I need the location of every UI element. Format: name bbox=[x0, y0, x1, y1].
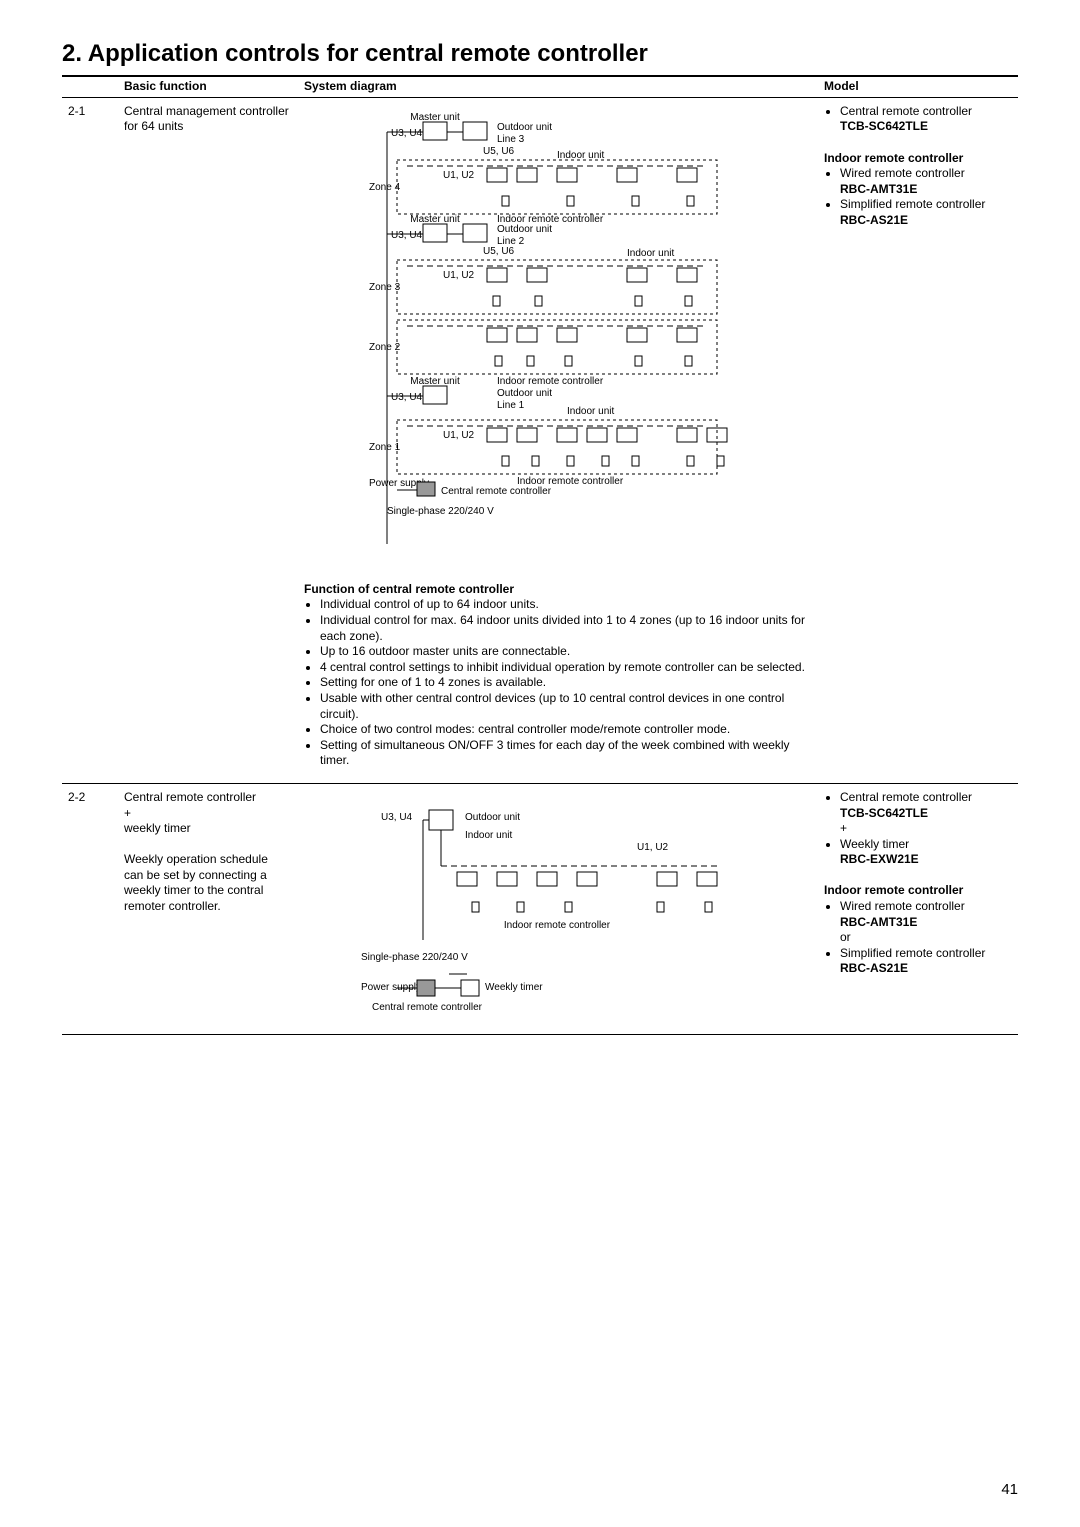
col-model-header: Model bbox=[818, 77, 1018, 97]
list-item: Up to 16 outdoor master units are connec… bbox=[320, 644, 810, 660]
table-row: 2-1 Central management controller for 64… bbox=[62, 97, 1018, 783]
model-code: RBC-AMT31E bbox=[840, 182, 917, 196]
list-item: Central remote controller TCB-SC642TLE bbox=[840, 104, 1010, 135]
master-unit-label: Master unit bbox=[410, 376, 460, 387]
row-func: Central management controller for 64 uni… bbox=[118, 97, 298, 783]
section-heading: 2. Application controls for central remo… bbox=[62, 38, 1018, 69]
model-sublist: Wired remote controller RBC-AMT31E Simpl… bbox=[824, 166, 1010, 228]
col-num-header bbox=[62, 77, 118, 97]
u3u4-label: U3, U4 bbox=[391, 230, 423, 241]
phase-label: Single-phase 220/240 V bbox=[361, 952, 468, 963]
model-subhead: Indoor remote controller bbox=[824, 151, 963, 165]
row-note: Weekly operation schedule can be set by … bbox=[124, 852, 268, 913]
list-item: Individual control for max. 64 indoor un… bbox=[320, 613, 810, 644]
indoor-unit-label: Indoor unit bbox=[557, 150, 604, 161]
row-model: Central remote controller TCB-SC642TLE I… bbox=[818, 97, 1018, 783]
master-unit-label: Master unit bbox=[410, 214, 460, 225]
indoor-unit-label: Indoor unit bbox=[567, 406, 614, 417]
row-model: Central remote controller TCB-SC642TLE +… bbox=[818, 783, 1018, 1034]
zone2-label: Zone 2 bbox=[369, 342, 401, 353]
list-item: Choice of two control modes: central con… bbox=[320, 722, 810, 738]
indoor-unit-label: Indoor unit bbox=[465, 830, 512, 841]
outdoor-label: Outdoor unit bbox=[497, 224, 552, 235]
master-unit-label: Master unit bbox=[410, 112, 460, 123]
table-row: 2-2 Central remote controller + weekly t… bbox=[62, 783, 1018, 1034]
list-item: Setting of simultaneous ON/OFF 3 times f… bbox=[320, 738, 810, 769]
function-heading: Function of central remote controller bbox=[304, 582, 810, 598]
row-func: Central remote controller + weekly timer… bbox=[118, 783, 298, 1034]
model-list: Central remote controller TCB-SC642TLE +… bbox=[824, 790, 1010, 868]
row-diagram: U3, U4 Outdoor unit Indoor unit U1, U2 bbox=[298, 783, 818, 1034]
phase-label: Single-phase 220/240 V bbox=[387, 506, 494, 517]
list-item: Simplified remote controller RBC-AS21E bbox=[840, 197, 1010, 228]
weekly-timer-label: Weekly timer bbox=[485, 982, 543, 993]
diagram-svg: Master unit U3, U4 Outdoor unit Line 3 U… bbox=[304, 104, 810, 564]
system-diagram-2: U3, U4 Outdoor unit Indoor unit U1, U2 bbox=[304, 790, 810, 1020]
model-sublist: Wired remote controller RBC-AMT31E or Si… bbox=[824, 899, 1010, 977]
model-code: TCB-SC642TLE bbox=[840, 119, 928, 133]
zone3-label: Zone 3 bbox=[369, 282, 401, 293]
system-diagram-1: Master unit U3, U4 Outdoor unit Line 3 U… bbox=[304, 104, 810, 564]
page-number: 41 bbox=[1001, 1480, 1018, 1500]
u3u4-label: U3, U4 bbox=[391, 128, 423, 139]
list-item: Central remote controller TCB-SC642TLE + bbox=[840, 790, 1010, 837]
row-num: 2-1 bbox=[62, 97, 118, 783]
spec-table: Basic function System diagram Model 2-1 … bbox=[62, 77, 1018, 1035]
u1u2-label: U1, U2 bbox=[443, 170, 475, 181]
u3u4-label: U3, U4 bbox=[381, 812, 413, 823]
u1u2-label: U1, U2 bbox=[637, 842, 669, 853]
header-row: Basic function System diagram Model bbox=[62, 77, 1018, 97]
outdoor-label: Outdoor unit bbox=[465, 812, 520, 823]
line3-label: Line 3 bbox=[497, 134, 525, 145]
function-list: Individual control of up to 64 indoor un… bbox=[304, 597, 810, 769]
indoor-rc-label: Indoor remote controller bbox=[504, 920, 611, 931]
u3u4-label: U3, U4 bbox=[391, 392, 423, 403]
col-func-header: Basic function bbox=[118, 77, 298, 97]
list-item: Individual control of up to 64 indoor un… bbox=[320, 597, 810, 613]
outdoor-label: Outdoor unit bbox=[497, 122, 552, 133]
list-item: Setting for one of 1 to 4 zones is avail… bbox=[320, 675, 810, 691]
model-code: RBC-AMT31E bbox=[840, 915, 917, 929]
list-item: Weekly timer RBC-EXW21E bbox=[840, 837, 1010, 868]
central-label: Central remote controller bbox=[372, 1002, 483, 1013]
indoor-rc-label: Indoor remote controller bbox=[497, 376, 604, 387]
list-item: Usable with other central control device… bbox=[320, 691, 810, 722]
model-subhead: Indoor remote controller bbox=[824, 883, 963, 897]
diagram-svg: U3, U4 Outdoor unit Indoor unit U1, U2 bbox=[304, 790, 810, 1020]
list-item: Wired remote controller RBC-AMT31E or bbox=[840, 899, 1010, 946]
model-list: Central remote controller TCB-SC642TLE bbox=[824, 104, 1010, 135]
u5u6-label: U5, U6 bbox=[483, 146, 515, 157]
table-bottom-rule bbox=[62, 1034, 1018, 1035]
u5u6-label: U5, U6 bbox=[483, 246, 515, 257]
model-code: RBC-AS21E bbox=[840, 961, 908, 975]
model-code: RBC-AS21E bbox=[840, 213, 908, 227]
list-item: Wired remote controller RBC-AMT31E bbox=[840, 166, 1010, 197]
u1u2-label: U1, U2 bbox=[443, 270, 475, 281]
list-item: 4 central control settings to inhibit in… bbox=[320, 660, 810, 676]
model-code: TCB-SC642TLE bbox=[840, 806, 928, 820]
model-code: RBC-EXW21E bbox=[840, 852, 919, 866]
col-diag-header: System diagram bbox=[298, 77, 818, 97]
indoor-unit-label: Indoor unit bbox=[627, 248, 674, 259]
zone4-label: Zone 4 bbox=[369, 182, 401, 193]
zone1-label: Zone 1 bbox=[369, 442, 401, 453]
row-num: 2-2 bbox=[62, 783, 118, 1034]
list-item: Simplified remote controller RBC-AS21E bbox=[840, 946, 1010, 977]
line1-label: Line 1 bbox=[497, 400, 525, 411]
page: 2. Application controls for central remo… bbox=[0, 0, 1080, 1527]
u1u2-label: U1, U2 bbox=[443, 430, 475, 441]
central-label: Central remote controller bbox=[441, 486, 552, 497]
outdoor-label: Outdoor unit bbox=[497, 388, 552, 399]
row-diagram: Master unit U3, U4 Outdoor unit Line 3 U… bbox=[298, 97, 818, 783]
